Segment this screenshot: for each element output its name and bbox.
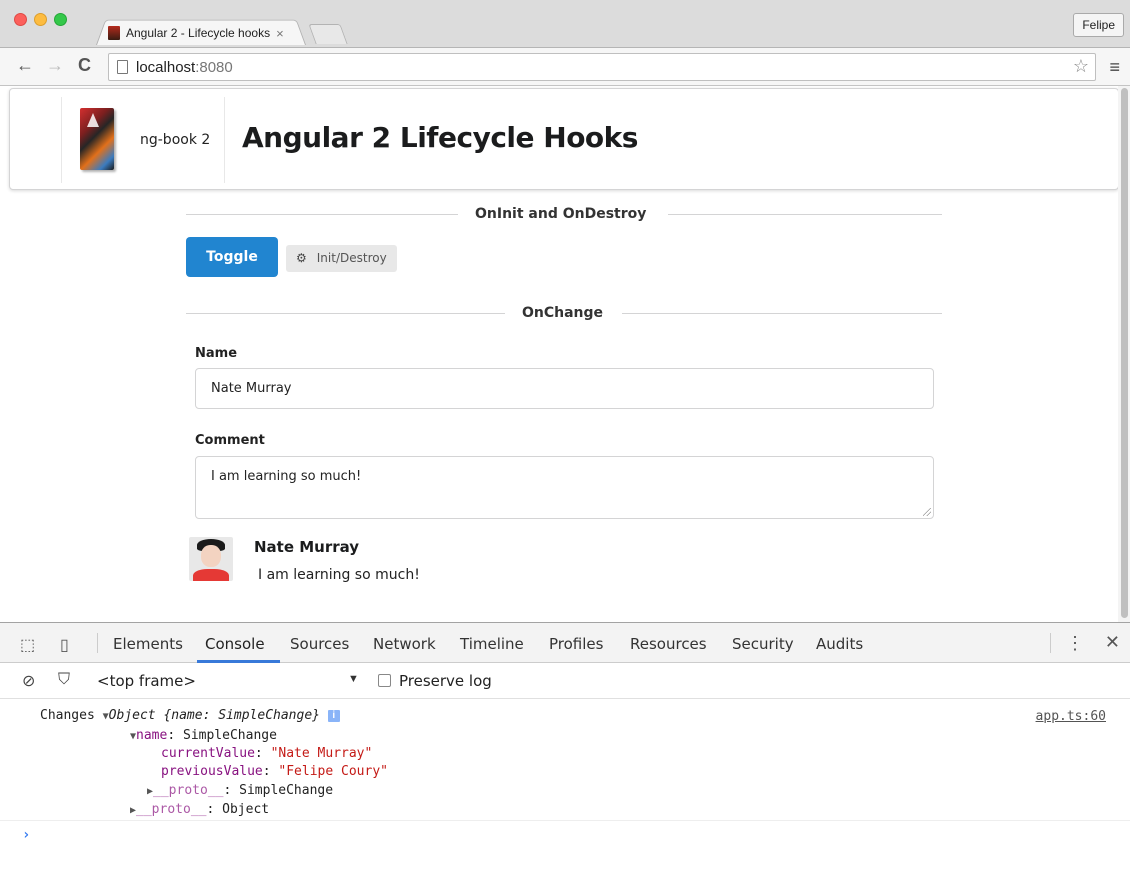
filter-icon[interactable]: ⛉	[58, 671, 70, 689]
frame-select[interactable]: <top frame>	[97, 672, 196, 690]
profile-button[interactable]: Felipe	[1073, 13, 1124, 37]
preserve-log-checkbox[interactable]	[378, 674, 391, 687]
close-window-button[interactable]	[14, 13, 27, 26]
cubes-icon: ⚙	[296, 251, 307, 265]
devtools-tab-console[interactable]: Console	[205, 635, 265, 653]
onchange-section-title: OnChange	[522, 305, 604, 321]
devtools-tabbar: ⬚ ▯ Elements Console Sources Network Tim…	[0, 623, 1130, 663]
object-summary[interactable]: Object {name: SimpleChange}	[109, 708, 320, 723]
name-input[interactable]: Nate Murray	[195, 368, 934, 409]
devtools-tab-timeline[interactable]: Timeline	[460, 635, 524, 653]
inner-proto-line[interactable]: ▶__proto__: SimpleChange	[147, 783, 333, 798]
comment-text: I am learning so much!	[258, 567, 420, 583]
init-destroy-tag: ⚙ Init/Destroy	[286, 245, 397, 272]
init-destroy-label: Init/Destroy	[316, 251, 387, 265]
devtools-tab-profiles[interactable]: Profiles	[549, 635, 603, 653]
page-scrollbar[interactable]	[1118, 86, 1130, 622]
avatar	[189, 537, 233, 581]
url-text[interactable]: localhost:8080	[136, 59, 233, 76]
header-menu: ng-book 2 Angular 2 Lifecycle Hooks	[9, 88, 1119, 190]
bookmark-star-icon[interactable]: ☆	[1073, 56, 1089, 77]
outer-proto-line[interactable]: ▶__proto__: Object	[130, 802, 269, 817]
inspect-element-icon[interactable]: ⬚	[20, 635, 35, 655]
devtools-tab-sources[interactable]: Sources	[290, 635, 349, 653]
browser-tabstrip: Angular 2 - Lifecycle hooks × Felipe	[0, 0, 1130, 48]
devtools-tab-network[interactable]: Network	[373, 635, 436, 653]
minimize-window-button[interactable]	[34, 13, 47, 26]
reload-icon[interactable]: C	[78, 55, 91, 76]
preserve-log-label[interactable]: Preserve log	[399, 672, 492, 690]
brand-item[interactable]: ng-book 2	[61, 97, 225, 183]
source-link[interactable]: app.ts:60	[1036, 709, 1106, 724]
console-log-line: Changes ▼Object {name: SimpleChange} i	[40, 708, 340, 723]
onchange-divider: OnChange	[186, 303, 942, 323]
devtools-tab-audits[interactable]: Audits	[816, 635, 863, 653]
page-viewport: ng-book 2 Angular 2 Lifecycle Hooks OnIn…	[0, 86, 1130, 622]
page-title: Angular 2 Lifecycle Hooks	[242, 121, 638, 154]
address-bar[interactable]: localhost:8080 ☆	[108, 53, 1096, 81]
tab-favicon-icon	[108, 26, 120, 40]
resize-grip-icon[interactable]	[923, 508, 931, 516]
oninit-section-title: OnInit and OnDestroy	[475, 206, 647, 222]
forward-arrow-icon[interactable]: →	[46, 55, 64, 76]
brand-label: ng-book 2	[140, 132, 211, 148]
chrome-menu-icon[interactable]: ≡	[1109, 57, 1120, 78]
comment-label: Comment	[195, 433, 265, 448]
comment-textarea-value: I am learning so much!	[211, 469, 362, 484]
device-mode-icon[interactable]: ▯	[60, 635, 69, 655]
previous-value-line: previousValue: "Felipe Coury"	[161, 764, 388, 779]
more-options-icon[interactable]: ⋮	[1066, 633, 1084, 654]
comment-author[interactable]: Nate Murray	[254, 538, 359, 556]
browser-tab-content[interactable]: Angular 2 - Lifecycle hooks ×	[108, 22, 308, 44]
info-icon[interactable]: i	[327, 709, 340, 722]
browser-toolbar: ← → C localhost:8080 ☆ ≡	[0, 48, 1130, 86]
zoom-window-button[interactable]	[54, 13, 67, 26]
devtools-tab-elements[interactable]: Elements	[113, 635, 183, 653]
devtools-panel: ⬚ ▯ Elements Console Sources Network Tim…	[0, 622, 1130, 892]
ng-book-cover-image	[80, 108, 114, 170]
oninit-divider: OnInit and OnDestroy	[186, 204, 942, 224]
page-icon	[117, 60, 128, 74]
toggle-button[interactable]: Toggle	[186, 237, 278, 277]
chevron-down-icon[interactable]: ▼	[348, 673, 359, 685]
page-scrollbar-thumb[interactable]	[1121, 88, 1128, 618]
name-label: Name	[195, 346, 238, 361]
name-property-line[interactable]: ▼name: SimpleChange	[130, 728, 277, 743]
console-filterbar: ⊘ ⛉ <top frame> ▼ Preserve log	[0, 663, 1130, 699]
tab-close-icon[interactable]: ×	[276, 26, 284, 41]
tab-title: Angular 2 - Lifecycle hooks	[126, 26, 271, 40]
devtools-close-icon[interactable]: ✕	[1105, 632, 1120, 653]
console-prompt[interactable]: ›	[22, 827, 30, 843]
comment-textarea[interactable]: I am learning so much!	[195, 456, 934, 519]
back-arrow-icon[interactable]: ←	[16, 55, 34, 76]
devtools-tab-resources[interactable]: Resources	[630, 635, 707, 653]
clear-console-icon[interactable]: ⊘	[22, 671, 35, 691]
console-output: Changes ▼Object {name: SimpleChange} i a…	[0, 699, 1130, 892]
current-value-line: currentValue: "Nate Murray"	[161, 746, 373, 761]
new-tab-button[interactable]	[308, 24, 348, 44]
devtools-tab-security[interactable]: Security	[732, 635, 794, 653]
